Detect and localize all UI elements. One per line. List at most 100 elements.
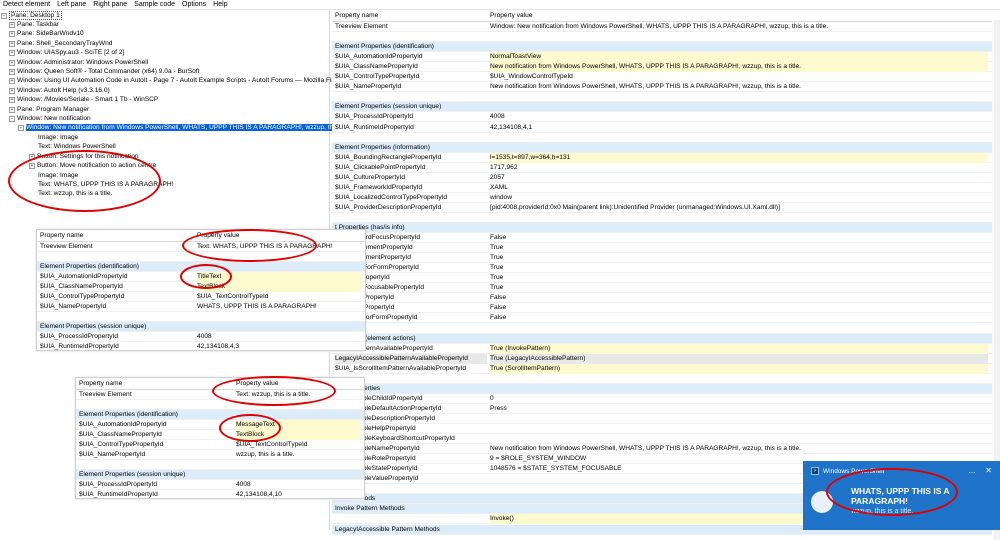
column-header-value[interactable]: Property value xyxy=(236,378,731,390)
tree-node[interactable]: + Window: Using UI Automation Code in Aut… xyxy=(9,76,339,85)
property-row[interactable]: $UIA_NamePropertyId wzzup, this is a titl… xyxy=(76,450,364,460)
tree-node[interactable]: + Window: Queen Soft® - Total Commander (… xyxy=(9,67,199,76)
property-row[interactable] xyxy=(332,133,992,143)
menu-item-left-pane[interactable]: Left pane xyxy=(54,0,90,9)
property-row[interactable]: $UIA_FrameworkIdPropertyId XAML xyxy=(332,183,992,193)
tree-node[interactable]: + Pane: Taskbar xyxy=(9,20,59,29)
section-header-row[interactable]: Element Properties (session unique) xyxy=(37,322,365,332)
property-row[interactable]: DataValidForFormPropertyId True xyxy=(332,263,992,274)
grid-header[interactable]: Property name Property value xyxy=(76,378,364,390)
tree-node[interactable]: + Pane: SideBarWndv10 xyxy=(9,29,84,38)
property-row[interactable]: $UIA_ProcessIdPropertyId 4008 xyxy=(37,332,365,342)
expand-toggle-icon[interactable]: + xyxy=(9,31,15,38)
section-header-row[interactable]: Element Properties (identification) xyxy=(37,262,365,272)
property-row[interactable]: yIAccessibleHelpPropertyId xyxy=(332,424,992,435)
tree-node[interactable]: + Window: /Movies/Seriale - Smart 1 Tb - … xyxy=(9,95,158,104)
toast-notification[interactable]: > Windows PowerShell ... ✕ WHATS, UPPP T… xyxy=(803,461,1000,530)
property-row[interactable]: yIAccessibleChildIdPropertyId 0 xyxy=(332,394,992,404)
tree-node-root[interactable]: − Pane: Desktop 1 xyxy=(1,11,62,20)
property-row[interactable] xyxy=(332,92,992,103)
tree-node-child[interactable]: Image: Image xyxy=(38,171,78,180)
property-row[interactable]: Treeview Element Window: New notification… xyxy=(332,22,992,33)
column-header-value[interactable]: Property value xyxy=(197,230,692,242)
expand-toggle-icon[interactable]: − xyxy=(9,116,15,122)
expand-toggle-icon[interactable]: − xyxy=(1,13,7,19)
section-header-row[interactable]: t Patterns (element actions) xyxy=(332,333,992,344)
tree-node-child[interactable]: + Button: Settings for this notification xyxy=(29,152,139,161)
property-row[interactable]: yIAccessibleDefaultActionPropertyId Press xyxy=(332,404,992,414)
property-row[interactable]: $UIA_RuntimeIdPropertyId 42,134108,4,3 xyxy=(37,342,365,352)
property-row[interactable]: EnabledPropertyIdTrue xyxy=(332,273,992,284)
property-row[interactable]: PasswordPropertyIdFalse xyxy=(332,303,992,314)
property-row[interactable]: yIAccessibleKeyboardShortcutPropertyId xyxy=(332,434,992,445)
property-row[interactable]: Treeview Element Text: WHATS, UPPP THIS I… xyxy=(37,242,365,252)
property-row[interactable]: $UIA_LocalizedControlTypePropertyId windo… xyxy=(332,193,992,203)
tree-node-selected[interactable]: − Window: New notification from Windows P… xyxy=(18,123,365,132)
property-row[interactable]: $UIA_ProviderDescriptionPropertyId [pid:4… xyxy=(332,203,992,213)
property-row[interactable]: $UIA_NamePropertyId WHATS, UPPP THIS IS A… xyxy=(37,302,365,312)
property-row[interactable]: Treeview Element Text: wzzup, this is a t… xyxy=(76,390,364,400)
tree-node-child[interactable]: Image: Image xyxy=(38,133,78,142)
column-header-value[interactable]: Property value xyxy=(490,10,985,22)
tree-node[interactable]: + Window: UIASpy.au3 - SciTE [2 of 2] xyxy=(9,48,124,57)
section-header-row[interactable]: Element Properties (identification) xyxy=(76,410,364,420)
property-row[interactable]: LegacyIAccessiblePatternAvailablePropert… xyxy=(332,353,992,364)
property-row[interactable]: KeyboardFocusablePropertyId True xyxy=(332,283,992,294)
section-header-row[interactable]: Element Properties (session unique) xyxy=(76,470,364,480)
expand-toggle-icon[interactable]: + xyxy=(9,97,15,104)
property-row[interactable] xyxy=(76,460,364,470)
menu-item-sample-code[interactable]: Sample code xyxy=(131,0,179,9)
property-row[interactable]: InvokePatternAvailablePropertyId True (In… xyxy=(332,343,992,354)
property-row[interactable]: $UIA_ClassNamePropertyId TextBlock xyxy=(76,430,364,440)
grid-header[interactable]: Property name Property value xyxy=(37,230,365,242)
property-row[interactable]: $UIA_RuntimeIdPropertyId 42,134108,4,10 xyxy=(76,490,364,500)
property-row[interactable]: RequiredForFormPropertyId False xyxy=(332,313,992,324)
section-header-row[interactable]: Element Properties (information) xyxy=(332,142,992,153)
toast-more-button[interactable]: ... xyxy=(969,466,976,475)
property-row[interactable]: OffscreenPropertyIdFalse xyxy=(332,293,992,304)
menu-item-right-pane[interactable]: Right pane xyxy=(90,0,131,9)
expand-toggle-icon[interactable]: + xyxy=(9,69,15,75)
property-row[interactable]: ContentElementPropertyId True xyxy=(332,243,992,254)
property-row[interactable]: $UIA_RuntimeIdPropertyId 42,134108,4,1 xyxy=(332,123,992,133)
expand-toggle-icon[interactable]: + xyxy=(29,163,35,170)
tree-node-child[interactable]: + Button: Move notification to action cen… xyxy=(29,161,156,170)
tree-node-child[interactable]: Text: WHATS, UPPP THIS IS A PARAGRAPH! xyxy=(38,180,173,189)
property-row[interactable]: $UIA_ClassNamePropertyId New notification… xyxy=(332,62,992,73)
tree-node[interactable]: − Window: New notification xyxy=(9,114,91,123)
menu-item-detect-element[interactable]: Detect element xyxy=(0,0,54,9)
tree-node[interactable]: + Window: Administrator: Windows PowerShe… xyxy=(9,58,148,67)
property-row[interactable]: $UIA_AutomationIdPropertyId MessageText xyxy=(76,420,364,430)
property-row[interactable]: yIAccessibleNamePropertyId New notificati… xyxy=(332,444,992,455)
section-header-row[interactable]: Element Properties (session unique) xyxy=(332,102,992,113)
property-row[interactable] xyxy=(332,213,992,223)
tree-node-child[interactable]: Text: Windows PowerShell xyxy=(38,142,116,151)
tree-node[interactable]: + Pane: Shell_SecondaryTrayWnd xyxy=(9,39,112,48)
property-row[interactable]: $UIA_ProcessIdPropertyId 4008 xyxy=(332,112,992,123)
property-row[interactable]: yIAccessibleDescriptionPropertyId xyxy=(332,414,992,424)
expand-toggle-icon[interactable]: + xyxy=(9,40,15,47)
expand-toggle-icon[interactable]: + xyxy=(9,106,15,113)
property-row[interactable]: $UIA_ControlTypePropertyId $UIA_WindowCon… xyxy=(332,72,992,83)
grid-header[interactable]: Property name Property value xyxy=(332,10,992,22)
property-row[interactable]: $UIA_NamePropertyId New notification from… xyxy=(332,82,992,93)
property-row[interactable]: $UIA_ProcessIdPropertyId 4008 xyxy=(76,480,364,490)
tree-node[interactable]: + Pane: Program Manager xyxy=(9,105,89,114)
property-row[interactable]: $UIA_IsScrollItemPatternAvailablePropert… xyxy=(332,363,992,374)
expand-toggle-icon[interactable]: + xyxy=(9,59,15,66)
toast-close-button[interactable]: ✕ xyxy=(985,466,992,475)
property-row[interactable]: $UIA_ClickablePointPropertyId 1717,962 xyxy=(332,163,992,173)
property-row[interactable]: $UIA_BoundingRectanglePropertyId l=1535,t… xyxy=(332,152,992,163)
expand-toggle-icon[interactable]: − xyxy=(18,125,24,131)
expand-toggle-icon[interactable]: + xyxy=(9,50,15,57)
property-grid-pane[interactable]: Property name Property value Treeview Elem… xyxy=(332,10,1000,540)
tree-node-child[interactable]: Text: wzzup, this is a title. xyxy=(38,189,112,198)
property-row[interactable]: $UIA_ControlTypePropertyId $UIA_TextContr… xyxy=(37,292,365,302)
expand-toggle-icon[interactable]: + xyxy=(9,78,15,85)
expand-toggle-icon[interactable]: + xyxy=(9,22,15,28)
property-row[interactable]: $UIA_ControlTypePropertyId $UIA_TextContr… xyxy=(76,440,364,450)
property-row[interactable] xyxy=(76,400,364,410)
property-row[interactable]: $UIA_ClassNamePropertyId TextBlock xyxy=(37,282,365,292)
menu-item-options[interactable]: Options xyxy=(179,0,210,9)
tree-node[interactable]: + Window: AutoIt Help (v3.3.16.0) xyxy=(9,86,110,95)
